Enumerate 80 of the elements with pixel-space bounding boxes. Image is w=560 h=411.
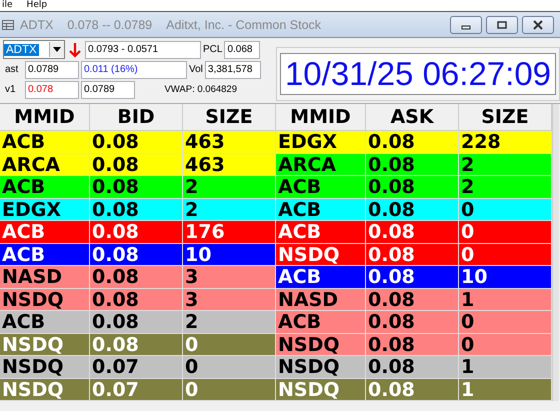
volume-label: Vol [189,64,203,75]
window-title: ADTX [20,18,54,32]
symbol-dropdown[interactable]: ADTX [3,40,65,59]
table-cell: NSDQ [276,378,366,400]
table-cell: ACB [0,131,90,152]
table-cell: 0.08 [90,334,183,355]
table-cell: 0.08 [366,356,459,378]
table-cell: 0.08 [366,221,459,242]
table-cell: ACB [0,311,90,332]
range-field: 0.0793 - 0.0571 [85,40,201,58]
table-cell: 0.08 [366,378,459,400]
table-cell: NSDQ [276,334,366,355]
down-arrow-icon [69,42,81,58]
table-cell: 0.08 [90,154,183,175]
clock-display: 10/31/25 06:27:09 [280,53,556,95]
table-cell: ACB [276,311,366,332]
table-cell: ACB [0,244,90,265]
table-cell: 0.08 [90,221,183,242]
level1-label: v1 [5,84,17,95]
table-cell: 0.07 [90,378,183,400]
menu-item[interactable]: Help [26,0,48,11]
table-cell: 0.08 [366,154,459,175]
table-cell: NSDQ [0,378,90,400]
table-cell: 0.08 [366,131,459,152]
table-cell: NSDQ [276,244,366,265]
table-cell: 0.08 [90,266,183,288]
column-header: BID [90,104,183,130]
volume-field: 3,381,578 [204,60,261,78]
last-label: ast [5,64,20,75]
table-cell: NSDQ [0,288,90,310]
window-title: Aditxt, Inc. - Common Stock [166,18,322,32]
close-icon [533,20,543,30]
table-cell: 0.08 [366,334,459,355]
change-field: 0.011 (16%) [81,60,187,78]
table-cell: EDGX [0,198,90,220]
table-cell: ACB [276,266,366,288]
menu-item[interactable]: ile [2,0,13,11]
table-cell: ACB [0,221,90,242]
table-cell: 0.08 [366,198,459,220]
table-cell: 0.07 [90,356,183,378]
table-cell: NSDQ [0,334,90,355]
table-cell: ACB [276,176,366,198]
column-header: MMID [0,104,90,130]
table-cell: NSDQ [0,356,90,378]
table-cell: 0.08 [90,131,183,152]
table-cell: 0.08 [90,288,183,310]
table-cell: 0.08 [366,244,459,265]
table-cell: ARCA [0,154,90,175]
table-cell: 0.08 [366,266,459,288]
last-field: 0.0789 [25,60,79,78]
table-cell: ARCA [276,154,366,175]
column-header: ASK [366,104,459,130]
ask-field: 0.0789 [81,80,135,98]
table-cell: ACB [276,198,366,220]
table-cell: 0.08 [90,198,183,220]
table-cell: 0.08 [366,288,459,310]
scroll-bar[interactable] [552,104,559,401]
table-cell: 0.08 [366,311,459,332]
table-cell: NASD [276,288,366,310]
table-cell: 0.08 [90,244,183,265]
table-cell: ACB [0,176,90,198]
table-cell: 0.08 [366,176,459,198]
table-cell: ACB [276,221,366,242]
caret-icon [53,47,61,52]
bid-field: 0.078 [25,80,79,98]
minimize-button[interactable] [450,16,482,34]
table-cell: NASD [0,266,90,288]
maximize-button[interactable] [486,16,518,34]
table-cell: 0.08 [90,311,183,332]
table-cell: 0.08 [90,176,183,198]
pcl-field: 0.068 [224,40,260,58]
close-button[interactable] [522,16,554,34]
maximize-icon [497,20,507,30]
column-header: MMID [276,104,366,130]
table-icon [2,18,14,30]
table-cell: EDGX [276,131,366,152]
pcl-label: PCL [203,44,222,55]
table-cell: NSDQ [276,356,366,378]
vwap-text: VWAP: 0.064829 [163,84,237,95]
window-title: 0.078 -- 0.0789 [67,18,152,32]
